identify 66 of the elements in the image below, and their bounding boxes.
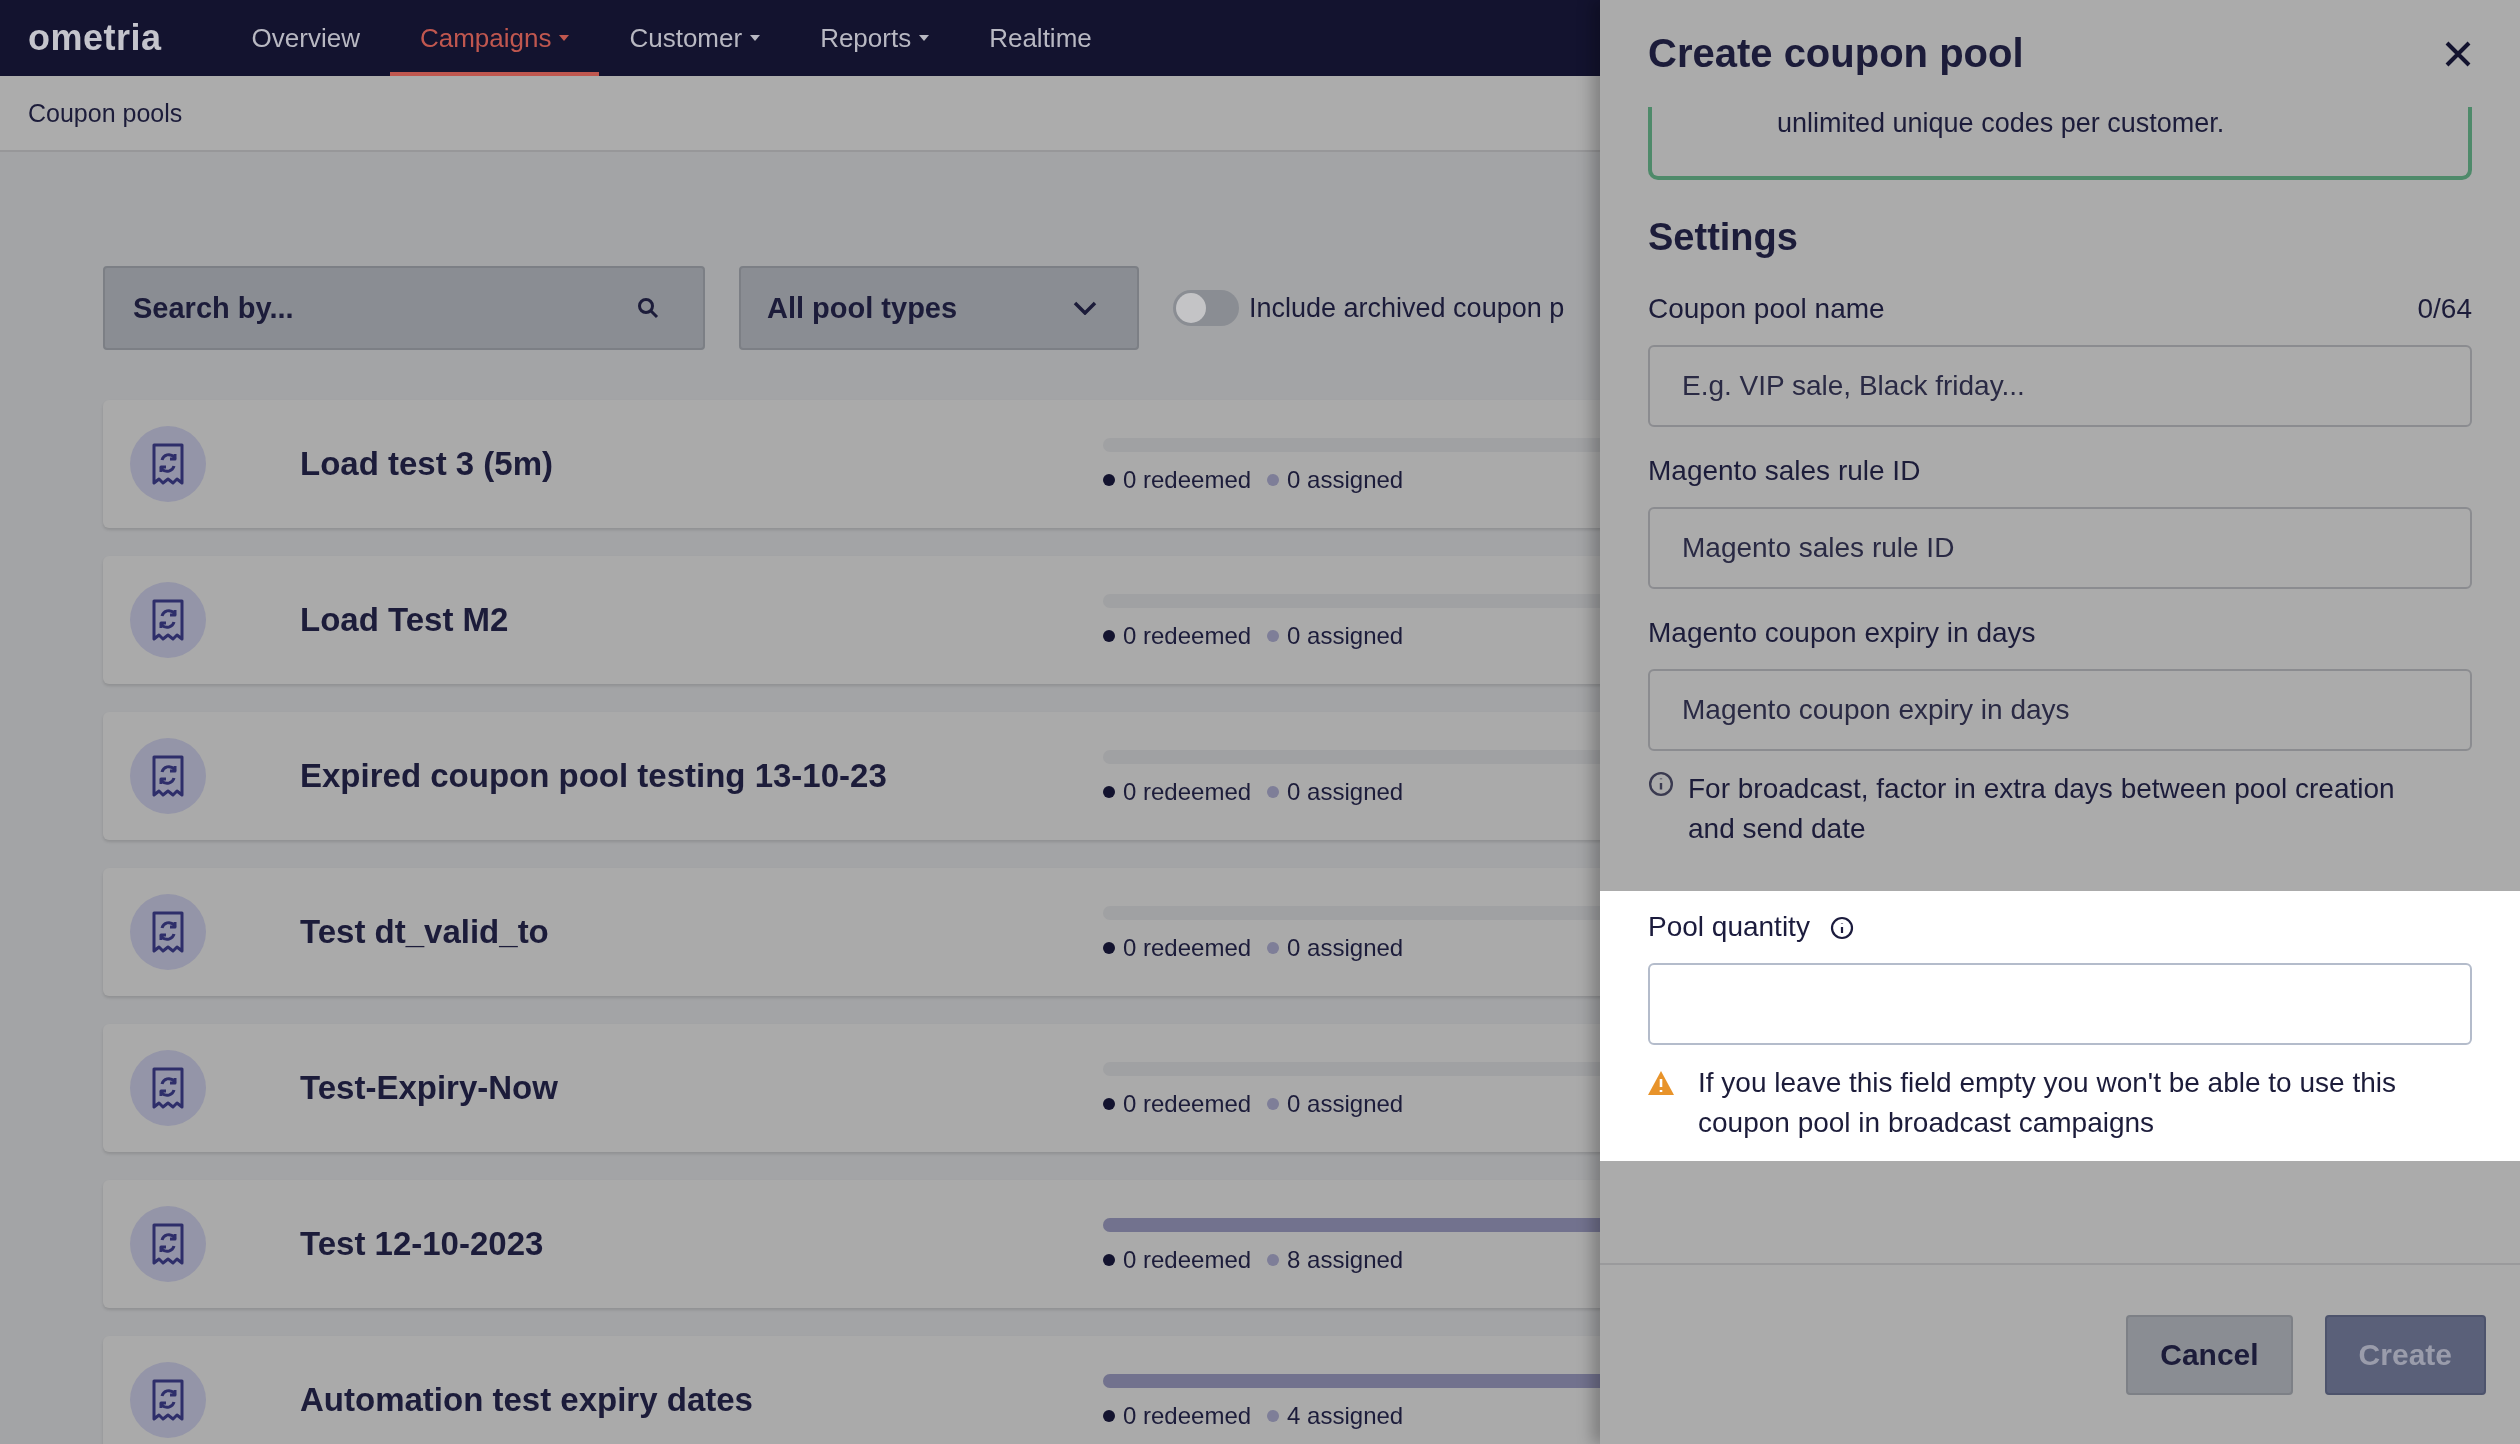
- coupon-pool-card[interactable]: Expired coupon pool testing 13-10-23 0 redeemed 0 assigned: [103, 712, 1600, 840]
- nav-tab[interactable]: Reports: [790, 0, 960, 76]
- input-field[interactable]: [1648, 963, 2472, 1045]
- coupon-pool-card[interactable]: Automation test expiry dates 0 redeemed 4 assigned: [103, 1336, 1600, 1444]
- logo[interactable]: ometria: [28, 0, 162, 76]
- redeemed-count: 0 redeemed: [1103, 466, 1252, 494]
- coupon-pool-card[interactable]: Test 12-10-2023 0 redeemed 8 assigned: [103, 1180, 1600, 1308]
- assigned-count: 8 assigned: [1267, 1246, 1404, 1274]
- panel-title: Create coupon pool: [1648, 31, 2024, 76]
- pool-name: Test 12-10-2023: [300, 1225, 545, 1263]
- coupon-pool-card[interactable]: Test-Expiry-Now 0 redeemed 0 assigned: [103, 1024, 1600, 1152]
- coupon-pool-card[interactable]: Load test 3 (5m) 0 redeemed 0 assigned: [103, 400, 1600, 528]
- coupon-refresh-icon: [151, 1379, 185, 1421]
- assigned-count: 0 assigned: [1267, 466, 1404, 494]
- search-icon: [637, 297, 659, 319]
- archived-toggle[interactable]: [1173, 290, 1239, 326]
- field-label: Coupon pool name: [1648, 293, 1885, 325]
- close-icon[interactable]: [2444, 39, 2472, 68]
- pool-name: Automation test expiry dates: [300, 1381, 754, 1419]
- input-field[interactable]: Magento coupon expiry in days: [1648, 669, 2472, 751]
- redeemed-count: 0 redeemed: [1103, 1402, 1252, 1430]
- hint-text: For broadcast, factor in extra days between pool creation and send date: [1688, 772, 2396, 846]
- pool-name: Load Test M2: [300, 601, 510, 639]
- pool-name: Expired coupon pool testing 13-10-23: [300, 757, 888, 795]
- assigned-count: 0 assigned: [1267, 934, 1404, 962]
- coupon-refresh-icon: [151, 755, 185, 797]
- pool-name: Test dt_valid_to: [300, 913, 550, 951]
- input-field[interactable]: Magento sales rule ID: [1648, 507, 2472, 589]
- nav-tab[interactable]: Customer: [599, 0, 791, 76]
- warning-text: If you leave this field empty you won't be able to use this coupon pool in broadcast campaigns: [1697, 1066, 2397, 1140]
- search-placeholder: Search by...: [133, 291, 294, 325]
- notice-text: unlimited unique codes per customer.: [1777, 107, 2226, 139]
- pool-name: Test-Expiry-Now: [300, 1069, 559, 1107]
- redeemed-count: 0 redeemed: [1103, 934, 1252, 962]
- redeemed-count: 0 redeemed: [1103, 778, 1252, 806]
- assigned-count: 0 assigned: [1267, 622, 1404, 650]
- coupon-refresh-icon: [151, 443, 185, 485]
- cancel-button[interactable]: Cancel: [2126, 1315, 2293, 1395]
- coupon-refresh-icon: [151, 599, 185, 641]
- nav-tab[interactable]: Realtime: [959, 0, 1122, 76]
- breadcrumb: Coupon pools: [28, 98, 183, 128]
- coupon-refresh-icon: [151, 1223, 185, 1265]
- redeemed-count: 0 redeemed: [1103, 622, 1252, 650]
- toggle-label: Include archived coupon p: [1249, 292, 1565, 324]
- pool-name: Load test 3 (5m): [300, 445, 555, 483]
- search-field[interactable]: Search by...: [103, 266, 705, 350]
- assigned-count: 0 assigned: [1267, 778, 1404, 806]
- coupon-refresh-icon: [151, 1067, 185, 1109]
- pool-type-dropdown[interactable]: All pool types: [739, 266, 1139, 350]
- info-icon: [1648, 771, 1674, 797]
- field-label: Magento coupon expiry in days: [1648, 617, 2036, 649]
- field-label: Magento sales rule ID: [1648, 455, 1921, 487]
- input-field[interactable]: E.g. VIP sale, Black friday...: [1648, 345, 2472, 427]
- settings-heading: Settings: [1648, 216, 1799, 259]
- assigned-count: 4 assigned: [1267, 1402, 1404, 1430]
- redeemed-count: 0 redeemed: [1103, 1246, 1252, 1274]
- coupon-pool-card[interactable]: Load Test M2 0 redeemed 0 assigned: [103, 556, 1600, 684]
- warning-icon: [1648, 1071, 1674, 1095]
- coupon-refresh-icon: [151, 911, 185, 953]
- character-counter: 0/64: [2417, 293, 2472, 325]
- chevron-down-icon: [1073, 301, 1097, 315]
- redeemed-count: 0 redeemed: [1103, 1090, 1252, 1118]
- assigned-count: 0 assigned: [1267, 1090, 1404, 1118]
- coupon-pool-card[interactable]: Test dt_valid_to 0 redeemed 0 assigned: [103, 868, 1600, 996]
- nav-tab[interactable]: Overview: [221, 0, 390, 76]
- field-label: Pool quantity: [1648, 911, 1810, 943]
